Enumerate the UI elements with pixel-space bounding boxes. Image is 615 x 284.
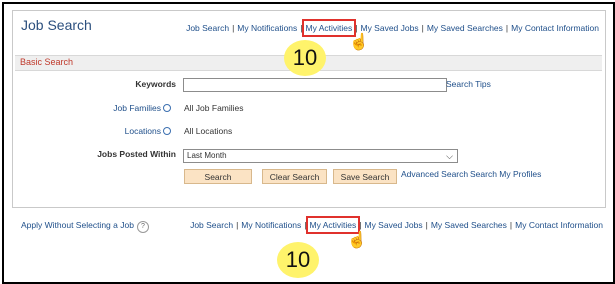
locations-value: All Locations: [184, 126, 233, 136]
apply-without-selecting-wrap[interactable]: Apply Without Selecting a Job?: [21, 220, 149, 233]
nav-my-activities[interactable]: My Activities: [305, 216, 361, 234]
step-callout-bottom: 10: [277, 242, 319, 278]
nav-job-search[interactable]: Job Search: [186, 23, 229, 33]
clear-search-button[interactable]: Clear Search: [262, 169, 327, 184]
nav-separator: |: [509, 220, 513, 230]
nav-my-activities[interactable]: My Activities: [301, 19, 357, 37]
nav-job-search[interactable]: Job Search: [190, 220, 233, 230]
nav-my-contact-information[interactable]: My Contact Information: [515, 220, 603, 230]
nav-separator: |: [421, 23, 424, 33]
locations-label[interactable]: Locations: [125, 126, 161, 136]
apply-without-selecting-link[interactable]: Apply Without Selecting a Job: [21, 220, 134, 230]
bottom-nav: Job Search | My Notifications | My Activitie…: [190, 216, 603, 234]
page-title: Job Search: [21, 17, 92, 33]
keywords-input[interactable]: [183, 78, 447, 92]
nav-my-saved-searches[interactable]: My Saved Searches: [427, 23, 503, 33]
posted-within-select[interactable]: Last Month ⌵: [183, 149, 458, 163]
nav-my-saved-jobs[interactable]: My Saved Jobs: [360, 23, 418, 33]
nav-my-contact-information[interactable]: My Contact Information: [511, 23, 599, 33]
nav-separator: |: [304, 220, 307, 230]
magnifier-icon[interactable]: [163, 127, 171, 135]
hand-pointer-icon: ☝: [349, 34, 369, 51]
help-icon[interactable]: ?: [136, 221, 149, 233]
basic-search-title: Basic Search: [20, 57, 74, 67]
chevron-down-icon[interactable]: ⌵: [446, 150, 453, 162]
search-tips-link[interactable]: Search Tips: [446, 79, 491, 89]
job-families-label[interactable]: Job Families: [113, 103, 161, 113]
magnifier-icon[interactable]: [163, 104, 171, 112]
hand-pointer-icon: ☝: [347, 232, 367, 249]
search-my-profiles-link[interactable]: Search My Profiles: [470, 169, 541, 179]
job-families-label-wrap[interactable]: Job Families: [11, 103, 171, 113]
nav-separator: |: [425, 220, 428, 230]
nav-my-notifications[interactable]: My Notifications: [237, 23, 297, 33]
advanced-search-link[interactable]: Advanced Search: [401, 169, 468, 179]
keywords-label: Keywords: [135, 79, 176, 89]
posted-within-label: Jobs Posted Within: [97, 149, 176, 159]
nav-my-saved-searches[interactable]: My Saved Searches: [431, 220, 507, 230]
job-families-value: All Job Families: [184, 103, 244, 113]
nav-my-saved-jobs[interactable]: My Saved Jobs: [364, 220, 422, 230]
save-search-button[interactable]: Save Search: [333, 169, 397, 184]
locations-label-wrap[interactable]: Locations: [11, 126, 171, 136]
nav-separator: |: [300, 23, 303, 33]
nav-separator: |: [505, 23, 509, 33]
posted-within-value: Last Month: [187, 151, 227, 160]
nav-my-notifications[interactable]: My Notifications: [241, 220, 301, 230]
step-callout-top: 10: [284, 40, 326, 76]
search-button[interactable]: Search: [184, 169, 252, 184]
top-nav: Job Search | My Notifications | My Activitie…: [186, 19, 599, 37]
screenshot-frame: Job Search Job Search | My Notifications | M…: [2, 2, 615, 284]
